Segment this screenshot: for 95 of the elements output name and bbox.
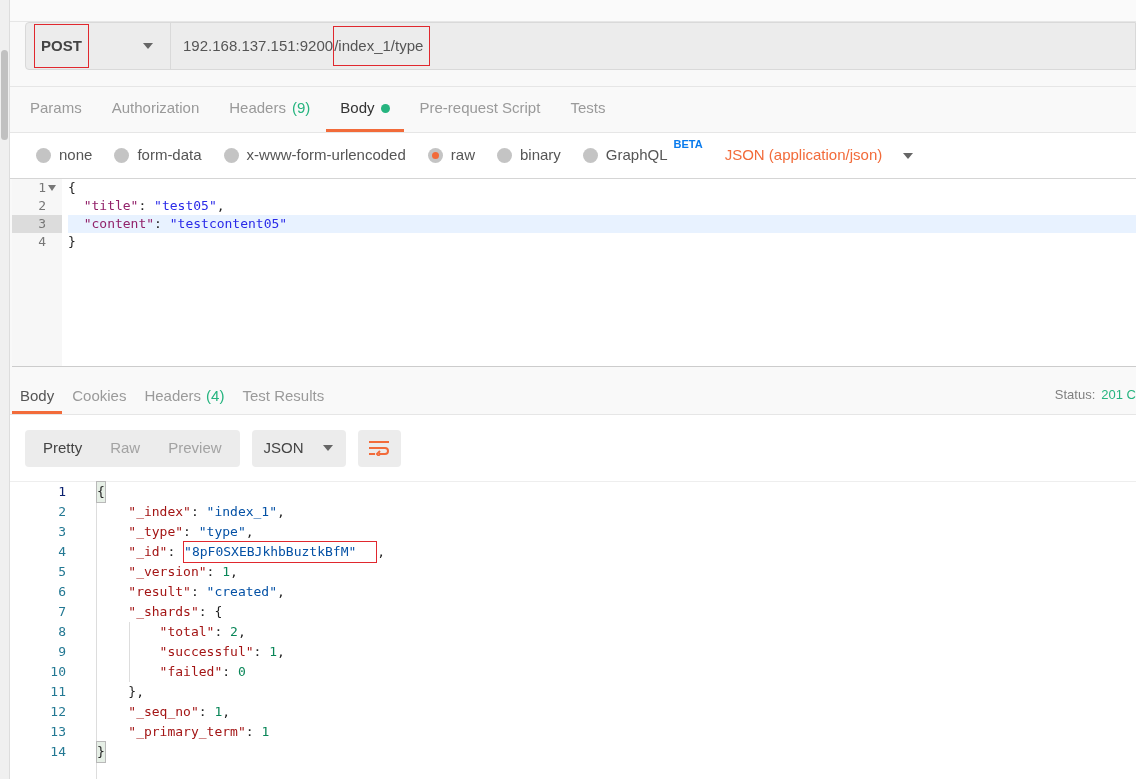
view-mode-button[interactable]: Pretty xyxy=(29,436,97,460)
url-field[interactable]: 192.168.137.151:9200/index_1/type xyxy=(171,23,431,69)
count-text: (4) xyxy=(206,385,225,406)
json-punctuation: , xyxy=(237,623,246,641)
url-text: 192.168.137.151:9200 xyxy=(183,35,334,56)
body-type-radio[interactable]: x-www-form-urlencoded xyxy=(223,144,406,167)
line-number: 11 xyxy=(50,684,66,699)
json-punctuation: , xyxy=(277,643,285,661)
line-number: 4 xyxy=(58,544,66,559)
url-text: /index_1/type xyxy=(333,25,431,67)
json-key: "failed" xyxy=(97,662,223,682)
line-number: 2 xyxy=(58,504,66,519)
line-number: 1 xyxy=(58,484,66,499)
json-key: "total" xyxy=(97,622,215,642)
json-key: "_index" xyxy=(97,502,191,522)
json-key: "_type" xyxy=(97,522,184,542)
json-value: "test05" xyxy=(154,197,217,215)
json-punctuation: , xyxy=(277,583,285,601)
bracket-match: { xyxy=(97,482,105,502)
caret-icon xyxy=(321,444,334,452)
json-key: "title" xyxy=(68,197,139,215)
method-dropdown[interactable]: POST xyxy=(26,23,171,69)
json-punctuation: : xyxy=(198,703,208,721)
json-punctuation: } xyxy=(68,233,76,251)
line-number: 12 xyxy=(50,704,66,719)
json-value: "8pF0SXEBJkhbBuztkBfM" xyxy=(183,541,378,563)
line-number: 2 xyxy=(38,197,46,215)
json-punctuation: { xyxy=(68,179,76,197)
json-punctuation: : xyxy=(183,523,192,541)
json-key: "successful" xyxy=(97,642,254,662)
json-punctuation: : xyxy=(253,643,263,661)
json-punctuation: , xyxy=(222,703,231,721)
json-key: "_id" xyxy=(97,542,168,562)
json-value: 1 xyxy=(261,723,270,741)
line-number: 13 xyxy=(50,724,66,739)
format-dropdown[interactable]: JSON xyxy=(251,429,346,467)
json-punctuation: : xyxy=(154,215,163,233)
line-number: 9 xyxy=(58,644,66,659)
status-label: Status: xyxy=(1054,386,1096,404)
fold-icon[interactable] xyxy=(48,185,56,191)
json-value: 1 xyxy=(214,703,223,721)
status-value: 201 C xyxy=(1101,386,1136,404)
body-type-radio[interactable]: form-data xyxy=(114,144,202,167)
json-key: "result" xyxy=(97,582,191,602)
json-punctuation: , xyxy=(277,503,285,521)
json-punctuation: , xyxy=(245,523,254,541)
json-punctuation: }, xyxy=(127,683,144,701)
json-punctuation: : xyxy=(138,197,148,215)
json-punctuation: : xyxy=(206,563,216,581)
caret-icon xyxy=(142,42,154,50)
beta-label: BETA xyxy=(673,138,703,151)
body-type-radio[interactable]: raw xyxy=(427,144,475,167)
bracket-match: } xyxy=(97,742,105,762)
json-value: "type" xyxy=(198,523,246,541)
json-value: 0 xyxy=(237,663,246,681)
line-number: 10 xyxy=(50,664,66,679)
body-type-radio[interactable]: none xyxy=(36,144,93,167)
json-punctuation: : xyxy=(214,623,224,641)
scrollbar-thumb[interactable] xyxy=(1,50,8,140)
line-number: 3 xyxy=(58,524,66,539)
line-number: 3 xyxy=(38,215,46,233)
request-editor[interactable]: 1 2 3 4 { "title": "test05", "content": "testcontent05" } xyxy=(12,179,1136,367)
json-key: "_seq_no" xyxy=(97,702,199,722)
body-type-radio[interactable]: binary xyxy=(496,144,561,167)
json-punctuation: : xyxy=(245,723,255,741)
line-number: 7 xyxy=(58,604,66,619)
json-value: "created" xyxy=(206,583,278,601)
json-value: "testcontent05" xyxy=(169,215,288,233)
line-number: 4 xyxy=(38,233,46,251)
json-key: "content" xyxy=(68,215,155,233)
line-number: 8 xyxy=(58,624,66,639)
json-key: "_version" xyxy=(97,562,207,582)
json-punctuation: : xyxy=(190,503,200,521)
wrap-button[interactable] xyxy=(357,429,401,467)
wrap-lines-icon xyxy=(368,440,391,456)
line-number: 6 xyxy=(58,584,66,599)
json-value: 2 xyxy=(230,623,238,641)
count-text: (9) xyxy=(291,97,311,118)
json-punctuation: , xyxy=(216,197,225,215)
json-value: "index_1" xyxy=(206,503,278,521)
json-punctuation: : { xyxy=(198,603,223,621)
json-punctuation: : xyxy=(167,543,177,561)
json-punctuation: : xyxy=(222,663,232,681)
json-punctuation: : xyxy=(190,583,200,601)
caret-icon xyxy=(902,151,915,160)
json-punctuation: , xyxy=(230,563,238,581)
line-number: 5 xyxy=(58,564,66,579)
json-key: "_shards" xyxy=(97,602,199,622)
json-value: 1 xyxy=(222,563,231,581)
line-number: 14 xyxy=(50,744,66,759)
method-label: POST xyxy=(34,23,89,69)
json-key: "_primary_term" xyxy=(97,722,246,742)
json-value: 1 xyxy=(269,643,278,661)
json-punctuation: , xyxy=(377,543,386,561)
line-number: 1 xyxy=(38,179,46,197)
